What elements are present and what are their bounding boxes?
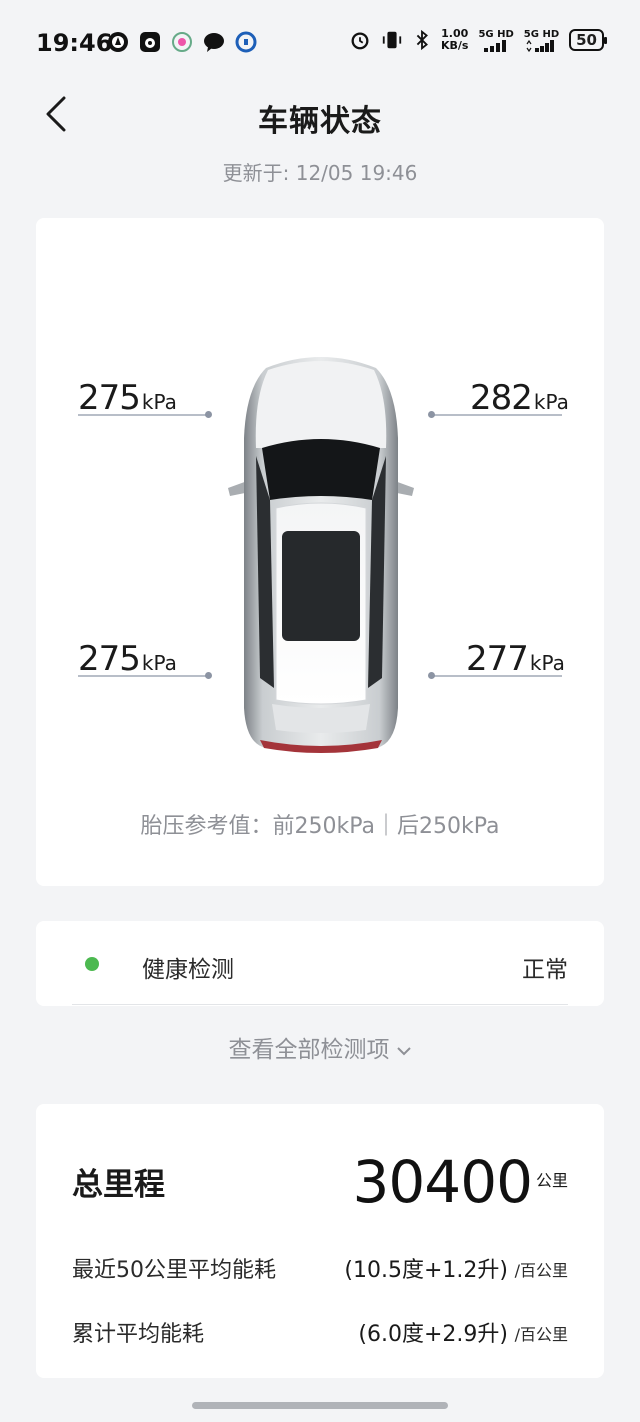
chevron-down-icon: [396, 1046, 411, 1055]
divider: [72, 1004, 568, 1005]
update-timestamp: 更新于: 12/05 19:46: [222, 161, 418, 185]
status-bar: 19:46 1.00 KB/s 5G HD 5G HD 50: [0, 0, 640, 86]
alarm-icon: [351, 32, 369, 50]
tire-front-left: 275 kPa: [78, 378, 210, 418]
tire-unit: kPa: [533, 390, 569, 414]
pet-app-icon: [140, 32, 160, 52]
cumulative-consumption-unit: /百公里: [514, 1325, 568, 1344]
total-mileage-label: 总里程: [72, 1167, 165, 1203]
recent-consumption-label: 最近50公里平均能耗: [72, 1258, 276, 1283]
network-speed-unit: KB/s: [440, 39, 469, 52]
tire-rear-left: 275 kPa: [78, 639, 210, 679]
sim1-signal: 5G HD: [478, 28, 514, 52]
page-title: 车辆状态: [258, 104, 382, 139]
tire-value: 275: [78, 378, 141, 418]
signal-bars-icon: [526, 39, 555, 52]
network-speed: 1.00 KB/s: [441, 28, 468, 52]
mobile-app-icon: [172, 32, 192, 52]
recent-consumption-value: (10.5度+1.2升): [344, 1258, 508, 1283]
recent-consumption-unit: /百公里: [514, 1261, 568, 1280]
notification-icons: [106, 30, 258, 54]
home-indicator[interactable]: [192, 1402, 448, 1409]
status-time: 19:46: [36, 29, 113, 57]
tire-value: 275: [78, 639, 141, 679]
compass-app-icon: [108, 32, 128, 52]
health-status-text: 正常: [522, 957, 568, 983]
tire-rear-right: 277 kPa: [466, 639, 565, 679]
total-mileage-unit: 公里: [535, 1171, 568, 1190]
tire-pressure-reference: 胎压参考值：前250kPa｜后250kPa: [140, 814, 500, 839]
mileage-card: 总里程 30400 公里 最近50公里平均能耗 (10.5度+1.2升) /百公…: [36, 1104, 604, 1378]
chat-bubble-icon: [204, 33, 224, 52]
tire-leader-line: [78, 675, 208, 677]
tire-leader-dot: [205, 672, 212, 679]
sim2-label: 5G HD: [523, 28, 560, 40]
tire-unit: kPa: [141, 390, 177, 414]
tire-leader-line: [78, 414, 208, 416]
health-check-label: 健康检测: [142, 957, 234, 983]
tire-value: 277: [466, 639, 529, 679]
view-all-checks-button[interactable]: 查看全部检测项: [0, 1030, 640, 1064]
tire-leader-dot: [428, 411, 435, 418]
tire-leader-line: [432, 414, 562, 416]
health-check-row[interactable]: 健康检测 正常: [36, 921, 604, 1006]
tire-leader-line: [432, 675, 562, 677]
signal-bars-icon: [484, 39, 507, 52]
health-status-dot: [85, 957, 99, 971]
tire-unit: kPa: [141, 651, 177, 675]
system-icons: 1.00 KB/s 5G HD 5G HD 50: [349, 28, 607, 52]
tire-front-right: 282 kPa: [470, 378, 569, 418]
bluetooth-icon: [416, 29, 428, 51]
total-mileage-value: 30400: [352, 1148, 533, 1216]
tire-leader-dot: [428, 672, 435, 679]
tire-value: 282: [470, 378, 533, 418]
tire-unit: kPa: [529, 651, 565, 675]
vibrate-icon: [382, 31, 402, 49]
sim2-signal: 5G HD: [524, 29, 559, 52]
tire-leader-dot: [205, 411, 212, 418]
car-top-view-image: [228, 357, 414, 753]
battery-indicator: 50: [569, 29, 607, 51]
view-all-label: 查看全部检测项: [228, 1037, 390, 1063]
cumulative-consumption-label: 累计平均能耗: [72, 1322, 205, 1347]
bank-app-icon: [235, 31, 257, 53]
cumulative-consumption-value: (6.0度+2.9升): [358, 1322, 508, 1347]
tire-pressure-card: 275 kPa 282 kPa 275 kPa 277 kPa 胎压参考值：前2…: [36, 218, 604, 886]
sim1-label: 5G HD: [478, 28, 514, 40]
